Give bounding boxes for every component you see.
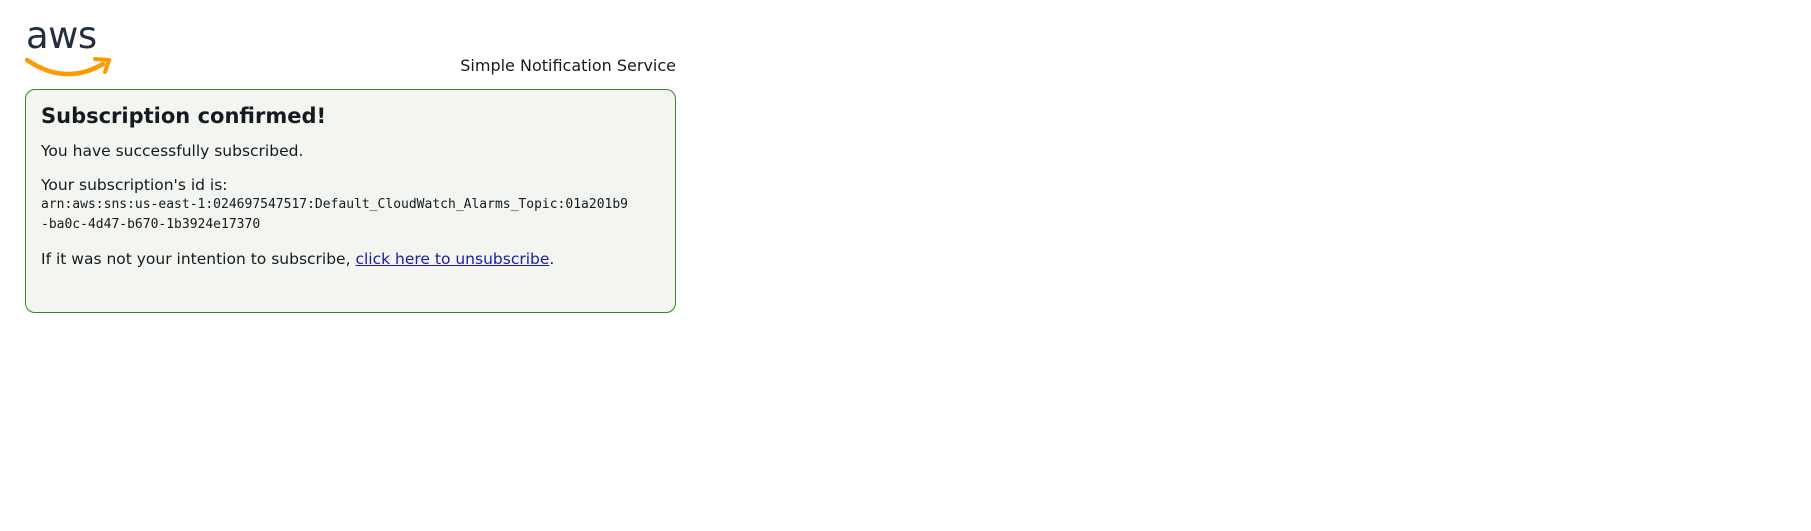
logo-smile-icon — [25, 57, 111, 77]
unsubscribe-suffix: . — [549, 250, 555, 268]
confirmation-title: Subscription confirmed! — [41, 104, 327, 128]
confirmation-card: Subscription confirmed! You have success… — [25, 89, 676, 313]
unsubscribe-link[interactable]: click here to unsubscribe — [355, 250, 549, 268]
unsubscribe-message: If it was not your intention to subscrib… — [41, 249, 660, 269]
unsubscribe-prefix: If it was not your intention to subscrib… — [41, 250, 356, 268]
success-message: You have successfully subscribed. — [41, 142, 304, 160]
page-container: aws Simple Notification Service Subscrip… — [25, 14, 676, 313]
service-name: Simple Notification Service — [460, 56, 676, 75]
header: aws Simple Notification Service — [25, 14, 676, 90]
subscription-arn: arn:aws:sns:us-east-1:024697547517:Defau… — [41, 197, 628, 232]
subscription-id-label: Your subscription's id is: — [41, 176, 228, 194]
aws-logo-icon: aws — [25, 14, 111, 77]
